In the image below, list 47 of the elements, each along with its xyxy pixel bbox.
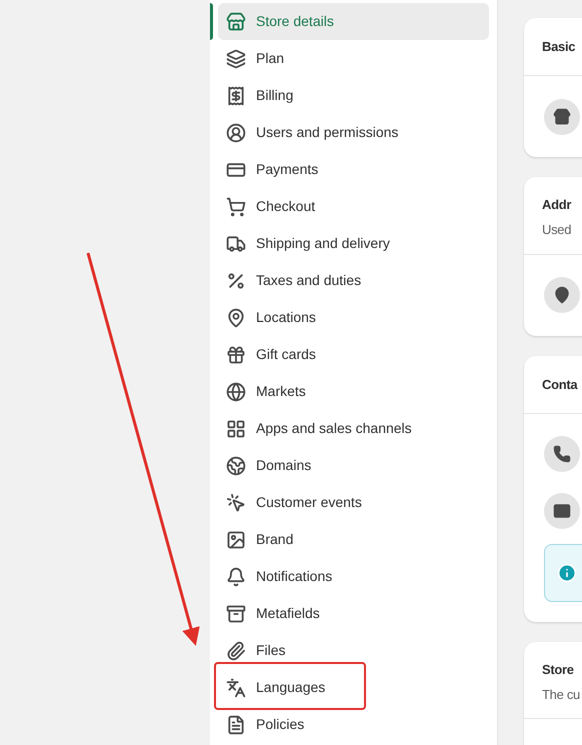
pin-icon <box>544 277 580 313</box>
cart-icon <box>226 196 246 216</box>
sidebar-item[interactable]: Files <box>218 632 489 669</box>
sidebar-item[interactable]: Shipping and delivery <box>218 225 489 262</box>
sidebar-item[interactable]: Metafields <box>218 595 489 632</box>
card-subtitle: The cu <box>542 686 581 704</box>
sidebar-item[interactable]: Customer events <box>218 484 489 521</box>
archive-icon <box>226 604 246 624</box>
translate-icon <box>226 678 246 698</box>
grid-icon <box>226 418 246 438</box>
image-icon <box>226 530 246 550</box>
receipt-icon <box>226 86 246 106</box>
sidebar-item[interactable]: Billing <box>218 77 489 114</box>
sidebar-item[interactable]: Taxes and duties <box>218 262 489 299</box>
card-title: Basic <box>542 38 576 56</box>
layers-icon <box>226 48 246 68</box>
user-icon <box>226 122 246 142</box>
sidebar-item[interactable]: Gift cards <box>218 336 489 373</box>
sidebar-item[interactable]: Domains <box>218 447 489 484</box>
gift-icon <box>226 344 246 364</box>
pointer-icon <box>226 492 246 512</box>
document-icon <box>226 714 246 734</box>
percent-icon <box>226 270 246 290</box>
paperclip-icon <box>226 640 246 660</box>
globe-icon <box>226 382 246 402</box>
info-icon <box>557 562 577 582</box>
card-title: Conta <box>542 376 579 394</box>
sidebar-item[interactable]: Apps and sales channels <box>218 410 489 447</box>
card-title: Store <box>542 660 575 678</box>
sidebar-item[interactable]: Checkout <box>218 188 489 225</box>
sidebar-item[interactable]: Payments <box>218 151 489 188</box>
sidebar-item[interactable]: Brand <box>218 521 489 558</box>
card-subtitle: Used <box>542 221 572 239</box>
sidebar-item[interactable]: Locations <box>218 299 489 336</box>
sidebar-item[interactable]: Plan <box>218 40 489 77</box>
sidebar-item[interactable]: Store details <box>218 3 489 40</box>
sidebar-item[interactable]: Markets <box>218 373 489 410</box>
truck-icon <box>226 234 246 254</box>
sidebar-item[interactable]: Users and permissions <box>218 114 489 151</box>
globe-icon <box>226 456 246 476</box>
sidebar-item[interactable]: Policies <box>218 706 489 743</box>
bell-icon <box>226 566 246 586</box>
sidebar-item[interactable]: Notifications <box>218 558 489 595</box>
phone-icon <box>544 436 580 472</box>
sidebar-item[interactable]: Languages <box>218 669 489 706</box>
card-title: Addr <box>542 196 572 214</box>
pin-icon <box>226 308 246 328</box>
